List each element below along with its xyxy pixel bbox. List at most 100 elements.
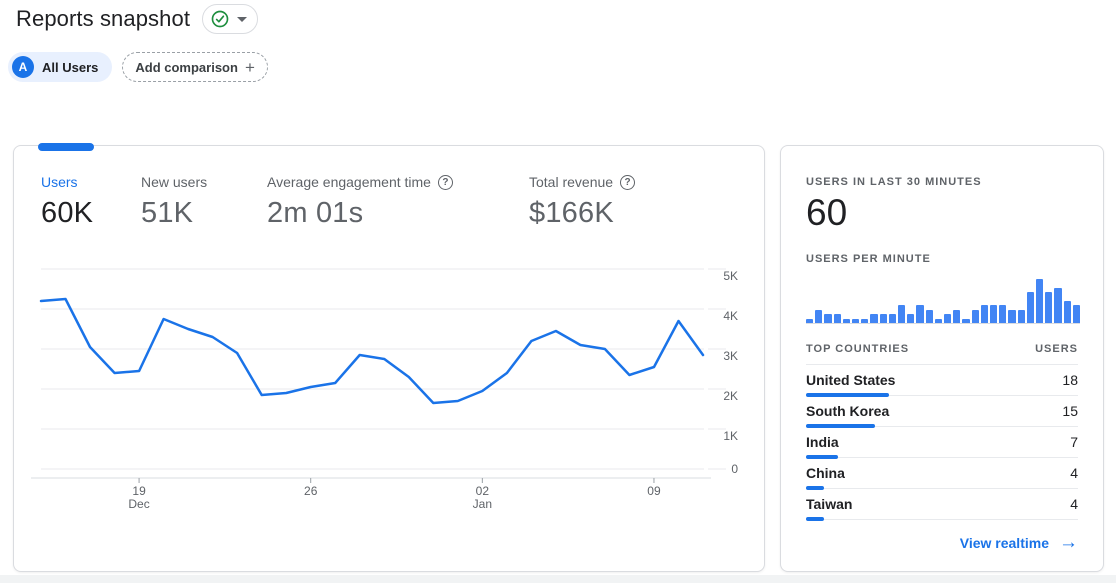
country-name: China (806, 465, 845, 481)
users-per-minute-chart (806, 276, 1080, 324)
svg-text:Dec: Dec (128, 497, 149, 511)
minute-bar (1054, 288, 1061, 323)
minute-bar (926, 310, 933, 323)
minute-bar (1073, 305, 1080, 323)
svg-text:3K: 3K (723, 349, 738, 363)
minute-bar (981, 305, 988, 323)
country-bar-track (806, 517, 1078, 521)
realtime-card: USERS IN LAST 30 MINUTES 60 USERS PER MI… (780, 145, 1104, 572)
svg-text:26: 26 (304, 484, 318, 498)
minute-bar (1008, 310, 1015, 323)
table-row: China 4 (806, 460, 1078, 491)
page-bottom-strip (0, 575, 1116, 583)
metric-tab[interactable]: Average engagement time ? 2m 01s (267, 174, 453, 230)
country-bar (806, 486, 824, 490)
minute-bar (824, 314, 831, 323)
country-users-value: 18 (1062, 372, 1078, 388)
country-bar (806, 455, 838, 459)
minute-bar (935, 319, 942, 323)
country-bar (806, 393, 889, 397)
country-name: South Korea (806, 403, 889, 419)
plus-icon: + (245, 59, 255, 76)
page-title: Reports snapshot (16, 6, 190, 32)
metric-label: Users ? (41, 174, 93, 190)
report-status-dropdown[interactable] (202, 4, 258, 34)
check-circle-icon (211, 10, 229, 28)
minute-bar (1045, 292, 1052, 323)
minute-bar (815, 310, 822, 323)
country-name: United States (806, 372, 895, 388)
minute-bar (944, 314, 951, 323)
minute-bar (907, 314, 914, 323)
minute-bar (972, 310, 979, 323)
metric-tab[interactable]: Total revenue ? $166K (529, 174, 635, 230)
table-row: India 7 (806, 429, 1078, 460)
svg-text:5K: 5K (723, 269, 738, 283)
all-users-chip[interactable]: A All Users (8, 52, 112, 82)
chevron-down-icon (237, 17, 247, 22)
country-bar-track (806, 486, 1078, 490)
country-bar (806, 517, 824, 521)
metric-label: Average engagement time ? (267, 174, 453, 190)
country-bar-track (806, 424, 1078, 428)
users-last-30-value: 60 (806, 192, 847, 234)
minute-bar (999, 305, 1006, 323)
view-realtime-label: View realtime (960, 535, 1049, 551)
country-users-value: 4 (1070, 465, 1078, 481)
view-realtime-link[interactable]: View realtime → (960, 535, 1078, 551)
table-row: United States 18 (806, 367, 1078, 398)
country-users-value: 15 (1062, 403, 1078, 419)
metric-value: 2m 01s (267, 197, 453, 230)
country-name: India (806, 434, 839, 450)
carousel-tab-indicator (38, 143, 94, 151)
metric-tab[interactable]: Users ? 60K (41, 174, 93, 230)
minute-bar (889, 314, 896, 323)
minute-bar (1036, 279, 1043, 323)
top-countries-header: TOP COUNTRIES USERS (806, 343, 1078, 365)
help-icon[interactable]: ? (438, 175, 453, 190)
minute-bar (953, 310, 960, 323)
minute-bar (1064, 301, 1071, 323)
add-comparison-label: Add comparison (135, 60, 238, 75)
svg-text:4K: 4K (723, 309, 738, 323)
comparison-bar: A All Users Add comparison + (8, 52, 268, 82)
minute-bar (806, 319, 813, 323)
country-users-value: 4 (1070, 496, 1078, 512)
metric-tab[interactable]: New users ? 51K (141, 174, 207, 230)
metric-label: Total revenue ? (529, 174, 635, 190)
help-icon[interactable]: ? (620, 175, 635, 190)
add-comparison-button[interactable]: Add comparison + (122, 52, 268, 82)
users-column-label: USERS (1035, 343, 1078, 355)
metric-value: 51K (141, 197, 207, 230)
minute-bar (962, 319, 969, 323)
page-header: Reports snapshot (16, 4, 258, 34)
svg-text:09: 09 (647, 484, 661, 498)
minute-bar (898, 305, 905, 323)
all-users-label: All Users (42, 60, 98, 75)
country-users-value: 7 (1070, 434, 1078, 450)
minute-bar (990, 305, 997, 323)
top-countries-table: United States 18 South Korea 15 India 7 … (806, 367, 1078, 522)
metric-label: New users ? (141, 174, 207, 190)
minute-bar (870, 314, 877, 323)
minute-bar (861, 319, 868, 323)
avatar: A (12, 56, 34, 78)
users-per-minute-label: USERS PER MINUTE (806, 253, 931, 265)
top-countries-column-label: TOP COUNTRIES (806, 343, 909, 355)
svg-text:2K: 2K (723, 389, 738, 403)
country-bar-track (806, 393, 1078, 397)
svg-text:1K: 1K (723, 429, 738, 443)
svg-text:0: 0 (731, 462, 738, 476)
svg-text:19: 19 (132, 484, 146, 498)
minute-bar (843, 319, 850, 323)
minute-bar (1018, 310, 1025, 323)
table-row: South Korea 15 (806, 398, 1078, 429)
metric-value: $166K (529, 197, 635, 230)
country-bar-track (806, 455, 1078, 459)
users-last-30-label: USERS IN LAST 30 MINUTES (806, 176, 982, 188)
country-bar (806, 424, 875, 428)
minute-bar (852, 319, 859, 323)
svg-text:Jan: Jan (473, 497, 492, 511)
country-name: Taiwan (806, 496, 852, 512)
table-row: Taiwan 4 (806, 491, 1078, 522)
